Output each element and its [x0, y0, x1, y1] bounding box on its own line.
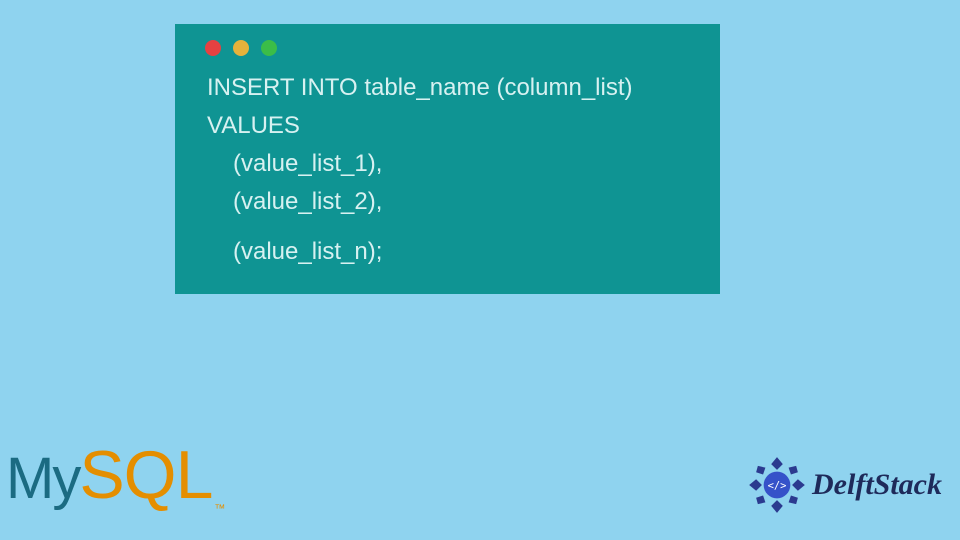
minimize-icon	[233, 40, 249, 56]
code-line: (value_list_1),	[207, 146, 690, 182]
code-line: VALUES	[207, 108, 690, 144]
trademark-icon: ™	[214, 503, 225, 515]
mysql-logo: MySQL™	[6, 436, 223, 514]
svg-text:</>: </>	[768, 480, 787, 492]
code-block: INSERT INTO table_name (column_list) VAL…	[175, 66, 720, 276]
mysql-logo-sql: SQL	[79, 436, 212, 514]
maximize-icon	[261, 40, 277, 56]
delftstack-badge-icon: </>	[748, 456, 806, 514]
code-line: (value_list_n);	[207, 234, 690, 270]
code-window: INSERT INTO table_name (column_list) VAL…	[175, 24, 720, 294]
delftstack-logo: </> DelftStack	[748, 456, 942, 514]
code-line: (value_list_2),	[207, 184, 690, 220]
delftstack-text: DelftStack	[812, 468, 942, 502]
close-icon	[205, 40, 221, 56]
code-line: INSERT INTO table_name (column_list)	[207, 70, 690, 106]
window-controls	[175, 24, 720, 66]
mysql-logo-my: My	[6, 445, 79, 512]
